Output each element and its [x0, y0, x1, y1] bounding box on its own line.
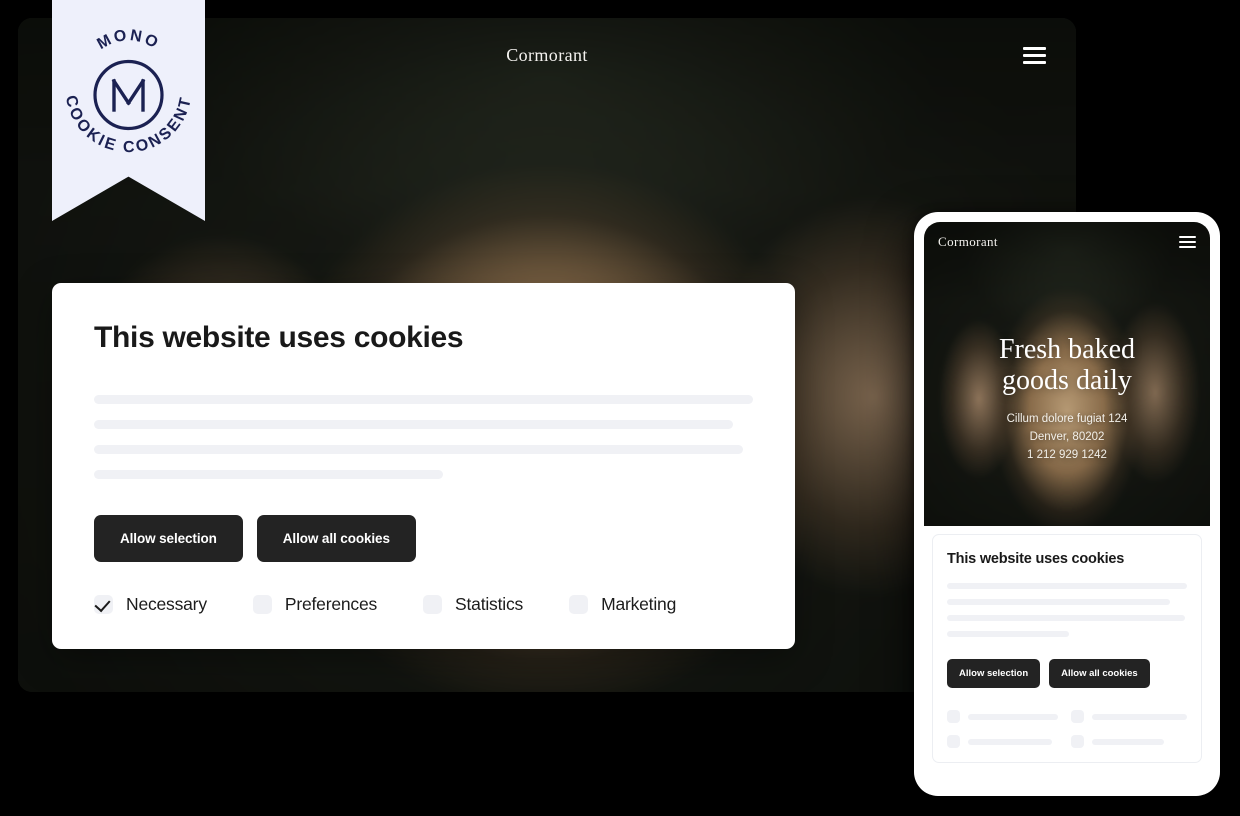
placeholder-line [947, 583, 1187, 589]
hamburger-bar [1179, 240, 1196, 244]
badge-circle [93, 59, 164, 131]
badge-logo-icon: MONO COOKIE CONSENT [62, 27, 193, 156]
consent-option-placeholder[interactable] [947, 710, 1063, 723]
phone-screen: Cormorant Fresh baked goods daily Cillum… [924, 222, 1210, 786]
allow-all-cookies-button[interactable]: Allow all cookies [1049, 659, 1150, 688]
checkbox-icon[interactable] [423, 595, 443, 614]
consent-option-marketing[interactable]: Marketing [569, 594, 676, 615]
hamburger-bar [1023, 60, 1046, 64]
hamburger-icon[interactable] [1023, 46, 1046, 64]
checkbox-icon[interactable] [947, 710, 960, 723]
placeholder-line [1092, 738, 1164, 745]
consent-option-label: Marketing [601, 594, 677, 614]
consent-category-list: Necessary Preferences Statistics Marketi… [94, 594, 753, 615]
consent-option-label: Necessary [126, 594, 207, 614]
mobile-hero-content: Fresh baked goods daily Cillum dolore fu… [924, 334, 1210, 465]
checkbox-icon[interactable] [569, 595, 589, 614]
body-text-placeholder [94, 395, 753, 479]
address-city: Denver, 80202 [1029, 430, 1105, 443]
allow-selection-button[interactable]: Allow selection [947, 659, 1041, 688]
allow-selection-button[interactable]: Allow selection [94, 515, 243, 562]
mobile-body-text-placeholder [947, 583, 1187, 637]
mobile-brand-logo: Cormorant [938, 234, 998, 249]
placeholder-line [968, 713, 1059, 720]
consent-action-buttons: Allow selection Allow all cookies [94, 515, 753, 562]
headline-line-2: goods daily [1002, 365, 1132, 397]
badge-text-top: MONO [94, 27, 162, 53]
checkbox-icon[interactable] [252, 595, 272, 614]
desktop-cookie-consent-banner: This website uses cookies Allow selectio… [52, 283, 795, 649]
hamburger-bar [1023, 53, 1046, 57]
consent-option-statistics[interactable]: Statistics [423, 594, 523, 615]
placeholder-line [1092, 713, 1187, 720]
allow-all-cookies-button[interactable]: Allow all cookies [256, 515, 416, 562]
checkbox-icon[interactable] [1071, 710, 1084, 723]
checkbox-icon[interactable] [947, 735, 960, 748]
address-street: Cillum dolore fugiat 124 [1006, 412, 1128, 425]
mobile-hero-section: Cormorant Fresh baked goods daily Cillum… [924, 222, 1210, 526]
mobile-consent-category-list [947, 710, 1187, 748]
placeholder-line [94, 420, 734, 429]
placeholder-line [968, 738, 1052, 745]
placeholder-line [947, 599, 1171, 605]
badge-monogram-m [111, 78, 146, 112]
checkbox-checked-icon[interactable] [94, 595, 113, 614]
placeholder-line [947, 631, 1070, 637]
headline-line-1: Fresh baked [998, 334, 1136, 365]
phone-number: 1 212 929 1242 [1027, 448, 1107, 461]
hamburger-bar [1179, 246, 1196, 249]
mobile-hero-address: Cillum dolore fugiat 124 Denver, 80202 1… [938, 411, 1196, 465]
mobile-consent-action-buttons: Allow selection Allow all cookies [947, 659, 1187, 688]
hamburger-bar [1179, 235, 1196, 238]
screenshot-stage: Cormorant This website uses cookies Allo… [0, 0, 1240, 816]
consent-option-label: Preferences [284, 594, 378, 614]
placeholder-line [94, 445, 744, 454]
mobile-banner-title: This website uses cookies [947, 551, 1125, 567]
mobile-site-nav: Cormorant [924, 222, 1210, 262]
placeholder-line [947, 615, 1185, 621]
consent-option-label: Statistics [455, 594, 524, 614]
hamburger-icon[interactable] [1179, 235, 1196, 249]
page-title: This website uses cookies [94, 321, 464, 354]
consent-option-placeholder[interactable] [1071, 710, 1187, 723]
consent-option-preferences[interactable]: Preferences [252, 594, 378, 615]
placeholder-line [94, 395, 753, 404]
mobile-cookie-consent-banner: This website uses cookies Allow selectio… [932, 534, 1202, 763]
mobile-phone-mockup: Cormorant Fresh baked goods daily Cillum… [914, 212, 1220, 796]
mobile-hero-headline: Fresh baked goods daily [938, 334, 1196, 397]
consent-option-placeholder[interactable] [1071, 735, 1187, 748]
checkbox-icon[interactable] [1071, 735, 1084, 748]
consent-option-placeholder[interactable] [947, 735, 1063, 748]
consent-option-necessary[interactable]: Necessary [94, 594, 207, 615]
placeholder-line [94, 470, 444, 479]
hamburger-bar [1023, 46, 1046, 50]
